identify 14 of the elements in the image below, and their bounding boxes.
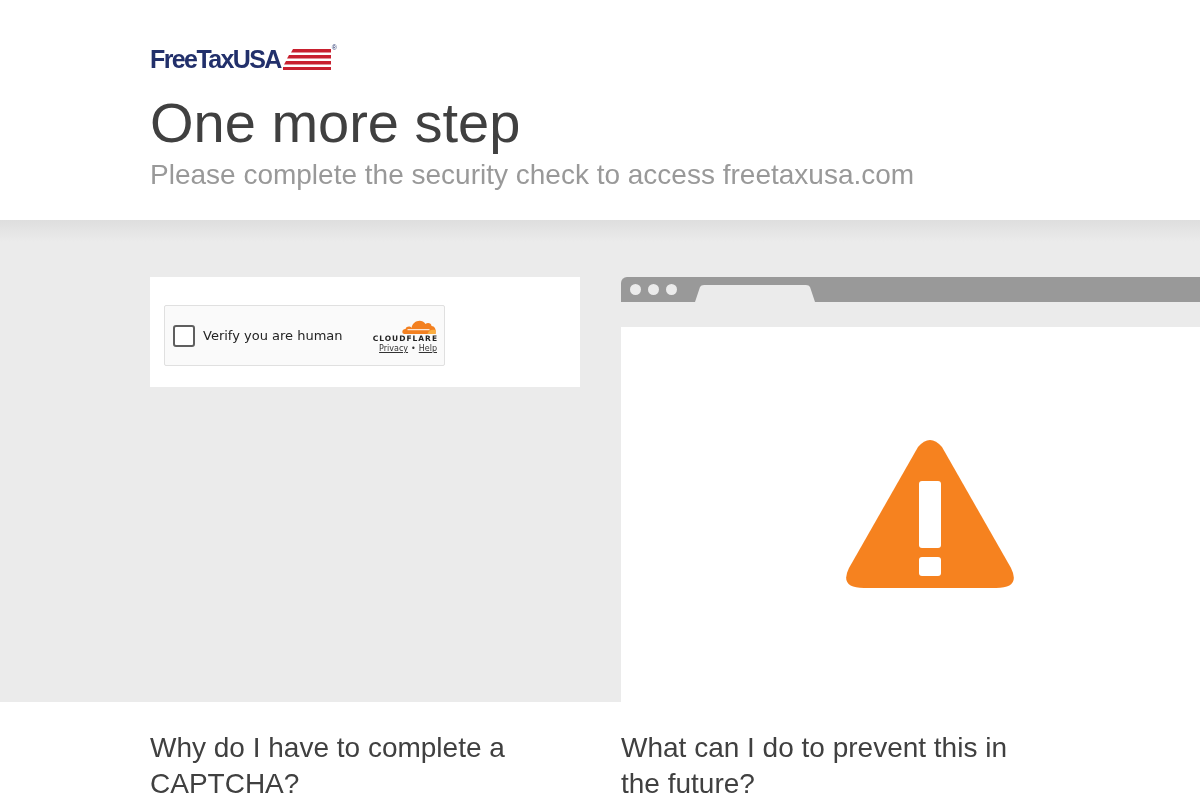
checkbox[interactable] xyxy=(173,324,195,347)
faq-heading: What can I do to prevent this in the future? xyxy=(621,731,1008,800)
page-title: One more step xyxy=(150,91,522,155)
window-dots-icon xyxy=(630,284,677,295)
page-subtitle: Please complete the security check to access freetaxusa.com xyxy=(150,158,916,192)
link-separator: • xyxy=(411,343,416,354)
checkbox-label: Verify you are human xyxy=(203,327,343,344)
faq-heading: Why do I have to complete a CAPTCHA? xyxy=(150,731,506,800)
warning-icon xyxy=(846,440,1014,588)
logo-wordmark: FreeTaxUSA xyxy=(150,45,281,73)
widget-link[interactable]: Help xyxy=(418,343,437,354)
flag-stripes-icon xyxy=(282,49,331,70)
widget-link[interactable]: Privacy xyxy=(379,343,409,354)
browser-tab-icon xyxy=(695,285,815,302)
